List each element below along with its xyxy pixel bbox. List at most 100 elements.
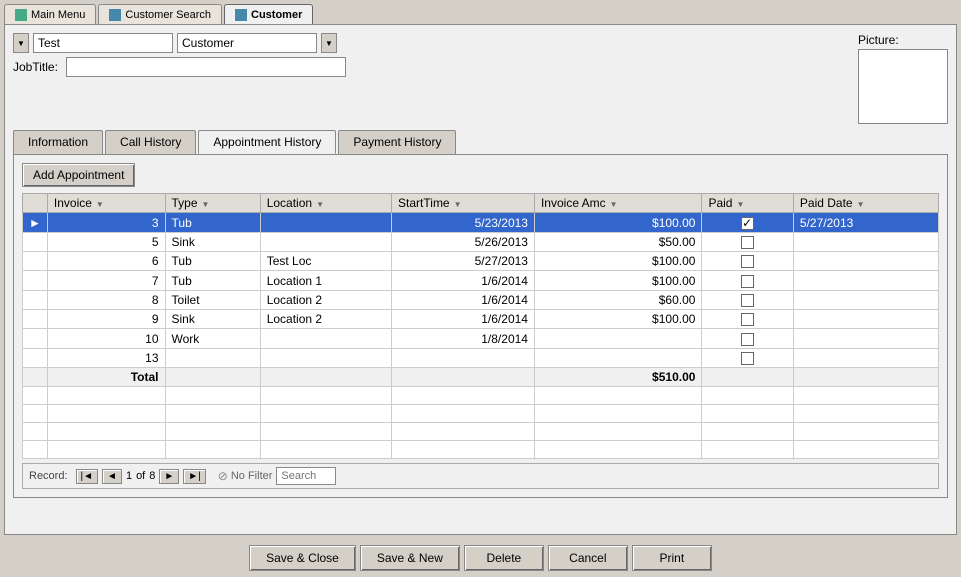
cell-amount: $60.00 [534,290,701,309]
empty-row [23,405,939,423]
add-appointment-button[interactable]: Add Appointment [22,163,135,187]
paid-checkbox[interactable] [741,236,754,249]
row-selector [23,329,48,348]
cancel-button[interactable]: Cancel [548,545,628,571]
cell-paid-date [793,252,938,271]
title-dropdown[interactable]: ▼ [13,33,29,53]
paid-checkbox[interactable] [741,217,754,230]
col-paid[interactable]: Paid▼ [702,194,793,213]
cell-location: Location 2 [260,310,391,329]
col-paid-date[interactable]: Paid Date▼ [793,194,938,213]
row-selector [23,252,48,271]
tab-appointment-history[interactable]: Appointment History [198,130,336,154]
total-cell-5: $510.00 [534,368,701,387]
row-selector [23,310,48,329]
nav-first[interactable]: |◄ [76,469,99,484]
cell-starttime: 5/27/2013 [392,252,535,271]
nav-last[interactable]: ►| [183,469,206,484]
cell-amount: $100.00 [534,252,701,271]
paid-checkbox[interactable] [741,333,754,346]
paid-checkbox[interactable] [741,294,754,307]
cell-type: Tub [165,252,260,271]
cell-invoice: 10 [47,329,165,348]
table-row[interactable]: 6TubTest Loc5/27/2013$100.00 [23,252,939,271]
table-row[interactable]: 7TubLocation 11/6/2014$100.00 [23,271,939,290]
empty-row [23,387,939,405]
table-row[interactable]: 13 [23,348,939,367]
table-row[interactable]: 9SinkLocation 21/6/2014$100.00 [23,310,939,329]
nav-next[interactable]: ► [159,469,179,484]
last-name-input[interactable] [177,33,317,53]
tab-customer[interactable]: Customer [224,4,313,24]
paid-checkbox[interactable] [741,275,754,288]
row-selector [23,348,48,367]
cell-amount [534,329,701,348]
print-button[interactable]: Print [632,545,712,571]
cell-amount: $100.00 [534,271,701,290]
navigation-bar: Record: |◄ ◄ 1 of 8 ► ►| ⊘ No Filter [22,463,939,489]
table-row[interactable]: 5Sink5/26/2013$50.00 [23,232,939,251]
save-close-button[interactable]: Save & Close [249,545,356,571]
cell-amount: $50.00 [534,232,701,251]
table-row[interactable]: ►3Tub5/23/2013$100.005/27/2013 [23,213,939,232]
cell-type: Sink [165,310,260,329]
cell-paid[interactable] [702,213,793,232]
cell-amount [534,348,701,367]
paid-checkbox[interactable] [741,352,754,365]
cell-type: Work [165,329,260,348]
cell-paid[interactable] [702,271,793,290]
inner-tab-bar: Information Call History Appointment His… [13,130,948,154]
nav-prev[interactable]: ◄ [102,469,122,484]
total-cell-0 [23,368,48,387]
total-cell-3 [260,368,391,387]
cell-invoice: 9 [47,310,165,329]
tab-payment-history[interactable]: Payment History [338,130,456,154]
bottom-buttons: Save & Close Save & New Delete Cancel Pr… [0,539,961,577]
appointments-table: Invoice▼ Type▼ Location▼ StartTime▼ Invo… [22,193,939,459]
tab-customer-search[interactable]: Customer Search [98,4,222,24]
cell-amount: $100.00 [534,213,701,232]
select-all-header[interactable] [23,194,48,213]
cell-type: Tub [165,213,260,232]
cell-invoice: 6 [47,252,165,271]
col-location[interactable]: Location▼ [260,194,391,213]
cell-location [260,348,391,367]
col-invoice[interactable]: Invoice▼ [47,194,165,213]
empty-row [23,441,939,459]
cell-paid[interactable] [702,348,793,367]
cell-paid[interactable] [702,232,793,251]
cell-location: Test Loc [260,252,391,271]
delete-button[interactable]: Delete [464,545,544,571]
no-filter: ⊘ No Filter [218,469,273,483]
tab-call-history[interactable]: Call History [105,130,196,154]
cell-starttime: 5/26/2013 [392,232,535,251]
col-starttime[interactable]: StartTime▼ [392,194,535,213]
main-menu-icon [15,9,27,21]
save-new-button[interactable]: Save & New [360,545,460,571]
table-row[interactable]: 8ToiletLocation 21/6/2014$60.00 [23,290,939,309]
jobtitle-row: JobTitle: [13,57,848,77]
cell-paid[interactable] [702,252,793,271]
cell-invoice: 7 [47,271,165,290]
total-row: Total$510.00 [23,368,939,387]
cell-paid[interactable] [702,329,793,348]
appointment-history-content: Add Appointment Invoice▼ Type▼ Location▼… [13,154,948,498]
cell-type: Toilet [165,290,260,309]
cell-invoice: 13 [47,348,165,367]
jobtitle-input[interactable] [66,57,346,77]
paid-checkbox[interactable] [741,313,754,326]
cell-paid[interactable] [702,290,793,309]
search-input[interactable] [276,467,336,485]
name-row: ▼ ▼ [13,33,848,53]
cell-paid[interactable] [702,310,793,329]
tab-information[interactable]: Information [13,130,103,154]
paid-checkbox[interactable] [741,255,754,268]
col-type[interactable]: Type▼ [165,194,260,213]
header-form: ▼ ▼ JobTitle: Picture: [13,33,948,124]
suffix-dropdown[interactable]: ▼ [321,33,337,53]
first-name-input[interactable] [33,33,173,53]
tab-main-menu[interactable]: Main Menu [4,4,96,24]
col-invoice-amount[interactable]: Invoice Amc▼ [534,194,701,213]
form-fields: ▼ ▼ JobTitle: [13,33,848,81]
table-row[interactable]: 10Work1/8/2014 [23,329,939,348]
